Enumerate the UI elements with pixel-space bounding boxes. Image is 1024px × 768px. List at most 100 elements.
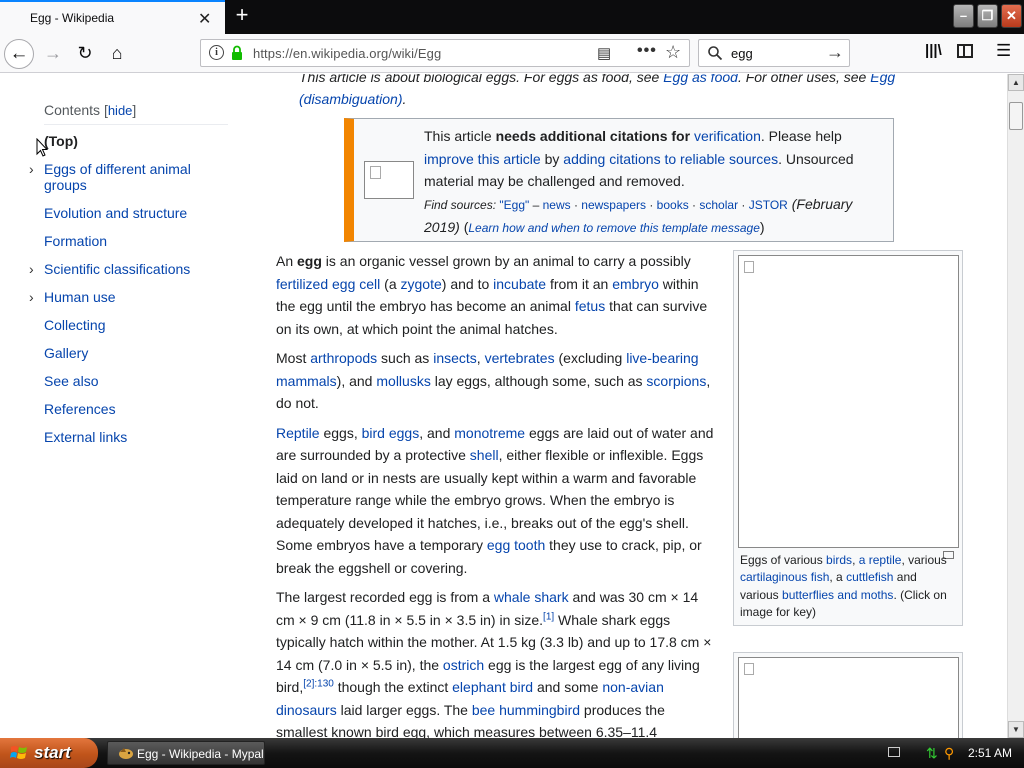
toc-hide-link[interactable]: hide xyxy=(108,103,133,118)
minimize-button[interactable]: – xyxy=(953,4,974,28)
toc-item-top[interactable]: (Top) xyxy=(44,133,228,149)
toc-item-evolution-and-structure[interactable]: Evolution and structure xyxy=(44,205,228,221)
link-monotreme[interactable]: monotreme xyxy=(454,425,525,441)
link-newspapers[interactable]: newspapers xyxy=(581,198,646,212)
link-mollusks[interactable]: mollusks xyxy=(376,373,430,389)
toc-item-label[interactable]: Eggs of different animal groups xyxy=(44,161,191,193)
text: (excluding xyxy=(554,350,627,366)
bookmark-star-icon[interactable]: ☆ xyxy=(665,42,681,63)
toc-item-label[interactable]: Scientific classifications xyxy=(44,261,190,277)
link-egg-as-food[interactable]: Egg as food xyxy=(663,74,738,85)
chevron-right-icon[interactable]: › xyxy=(29,261,34,277)
link-a-reptile[interactable]: a reptile xyxy=(859,553,902,567)
chevron-right-icon[interactable]: › xyxy=(29,289,34,305)
search-bar[interactable]: egg → xyxy=(698,39,850,67)
toc-item-external-links[interactable]: External links xyxy=(44,429,228,445)
link-adding-citations[interactable]: adding citations to reliable sources xyxy=(563,151,778,167)
clock[interactable]: 2:51 AM xyxy=(968,746,1012,760)
link-zygote[interactable]: zygote xyxy=(401,276,442,292)
link-scholar[interactable]: scholar xyxy=(699,198,738,212)
keyboard-icon[interactable] xyxy=(888,747,900,757)
toc-item-eggs-of-different-animal-groups[interactable]: › Eggs of different animal groups xyxy=(29,161,228,193)
toc-title: Contents xyxy=(44,102,101,118)
thumbnail-image[interactable] xyxy=(738,657,959,738)
link-vertebrates[interactable]: vertebrates xyxy=(485,350,555,366)
search-tray-icon[interactable]: ⚲ xyxy=(944,745,954,762)
start-button[interactable]: start xyxy=(0,738,98,768)
toc-item-human-use[interactable]: › Human use xyxy=(29,289,228,305)
notice-text-run: This article xyxy=(424,128,496,144)
hatnote-text: . xyxy=(402,91,407,107)
toc-item-see-also[interactable]: See also xyxy=(44,373,228,389)
home-button[interactable]: ⌂ xyxy=(102,39,132,69)
tab-close-icon[interactable]: ✕ xyxy=(198,9,211,29)
citation-2[interactable]: [2]:130 xyxy=(303,678,334,689)
scroll-up-arrow-icon[interactable]: ▲ xyxy=(1008,74,1024,91)
chevron-right-icon[interactable]: › xyxy=(29,161,34,177)
link-jstor[interactable]: JSTOR xyxy=(749,198,788,212)
library-icon[interactable]: |||\ xyxy=(925,42,942,59)
link-cartilaginous-fish[interactable]: cartilaginous fish xyxy=(740,570,829,584)
link-cuttlefish[interactable]: cuttlefish xyxy=(846,570,893,584)
link-arthropods[interactable]: arthropods xyxy=(310,350,377,366)
network-icon[interactable]: ⇅ xyxy=(926,745,938,762)
link-egg-tooth[interactable]: egg tooth xyxy=(487,537,545,553)
toc-item-references[interactable]: References xyxy=(44,401,228,417)
link-embryo[interactable]: embryo xyxy=(612,276,659,292)
reader-view-icon[interactable]: ▤ xyxy=(597,44,611,62)
link-bee-hummingbird[interactable]: bee hummingbird xyxy=(472,702,580,718)
hamburger-menu-icon[interactable]: ☰ xyxy=(996,41,1011,61)
link-fertilized-egg-cell[interactable]: fertilized egg cell xyxy=(276,276,380,292)
toc-item-gallery[interactable]: Gallery xyxy=(44,345,228,361)
link-learn-remove-template[interactable]: Learn how and when to remove this templa… xyxy=(468,221,760,235)
new-tab-button[interactable]: + xyxy=(230,3,254,27)
link-insects[interactable]: insects xyxy=(433,350,477,366)
tab-title: Egg - Wikipedia xyxy=(30,11,115,25)
link-fetus[interactable]: fetus xyxy=(575,298,605,314)
search-input[interactable]: egg xyxy=(731,46,753,61)
toc-item-label[interactable]: Human use xyxy=(44,289,116,305)
link-scorpions[interactable]: scorpions xyxy=(646,373,706,389)
close-window-button[interactable]: ✕ xyxy=(1001,4,1022,28)
link-elephant-bird[interactable]: elephant bird xyxy=(452,679,533,695)
eggs-image[interactable] xyxy=(738,255,959,548)
link-ostrich[interactable]: ostrich xyxy=(443,657,484,673)
find-sources: Find sources: "Egg" – news · newspapers … xyxy=(424,198,788,212)
toc-item-formation[interactable]: Formation xyxy=(44,233,228,249)
taskbar-item-label: Egg - Wikipedia - Mypal xyxy=(137,747,264,761)
link-find-query[interactable]: "Egg" xyxy=(499,198,529,212)
paragraph-3: Reptile eggs, bird eggs, and monotreme e… xyxy=(276,422,718,580)
link-whale-shark[interactable]: whale shark xyxy=(494,589,569,605)
toc-item-scientific-classifications[interactable]: › Scientific classifications xyxy=(29,261,228,277)
forward-button[interactable]: → xyxy=(38,39,68,69)
maximize-button[interactable]: ❐ xyxy=(977,4,998,28)
link-birds[interactable]: birds xyxy=(826,553,852,567)
table-of-contents: Contents [hide] (Top) › Eggs of differen… xyxy=(29,102,228,457)
scroll-down-arrow-icon[interactable]: ▼ xyxy=(1008,721,1024,738)
reload-button[interactable]: ↻ xyxy=(70,39,100,69)
link-incubate[interactable]: incubate xyxy=(493,276,546,292)
url-text[interactable]: https://en.wikipedia.org/wiki/Egg xyxy=(253,46,441,61)
citation-1[interactable]: [1] xyxy=(543,611,554,622)
link-verification[interactable]: verification xyxy=(694,128,761,144)
link-reptile[interactable]: Reptile xyxy=(276,425,320,441)
vertical-scrollbar[interactable]: ▲ ▼ xyxy=(1007,74,1024,738)
link-shell[interactable]: shell xyxy=(470,447,499,463)
url-bar[interactable]: i https://en.wikipedia.org/wiki/Egg ▤ ••… xyxy=(200,39,690,67)
text: and some xyxy=(533,679,603,695)
separator: – xyxy=(529,197,543,212)
link-improve-article[interactable]: improve this article xyxy=(424,151,541,167)
link-books[interactable]: books xyxy=(657,198,689,212)
scrollbar-thumb[interactable] xyxy=(1009,102,1023,130)
back-button[interactable]: ← xyxy=(4,39,34,69)
link-butterflies-and-moths[interactable]: butterflies and moths xyxy=(782,588,893,602)
taskbar-item-browser[interactable]: Egg - Wikipedia - Mypal xyxy=(107,741,265,765)
page-actions-icon[interactable]: ••• xyxy=(637,42,657,60)
sidebar-toggle-icon[interactable] xyxy=(957,44,973,58)
link-bird-eggs[interactable]: bird eggs xyxy=(362,425,420,441)
search-go-icon[interactable]: → xyxy=(826,42,844,63)
toc-item-collecting[interactable]: Collecting xyxy=(44,317,228,333)
site-info-icon[interactable]: i xyxy=(209,45,224,60)
link-news[interactable]: news xyxy=(543,198,571,212)
tab-egg-wikipedia[interactable]: Egg - Wikipedia ✕ xyxy=(0,0,225,34)
